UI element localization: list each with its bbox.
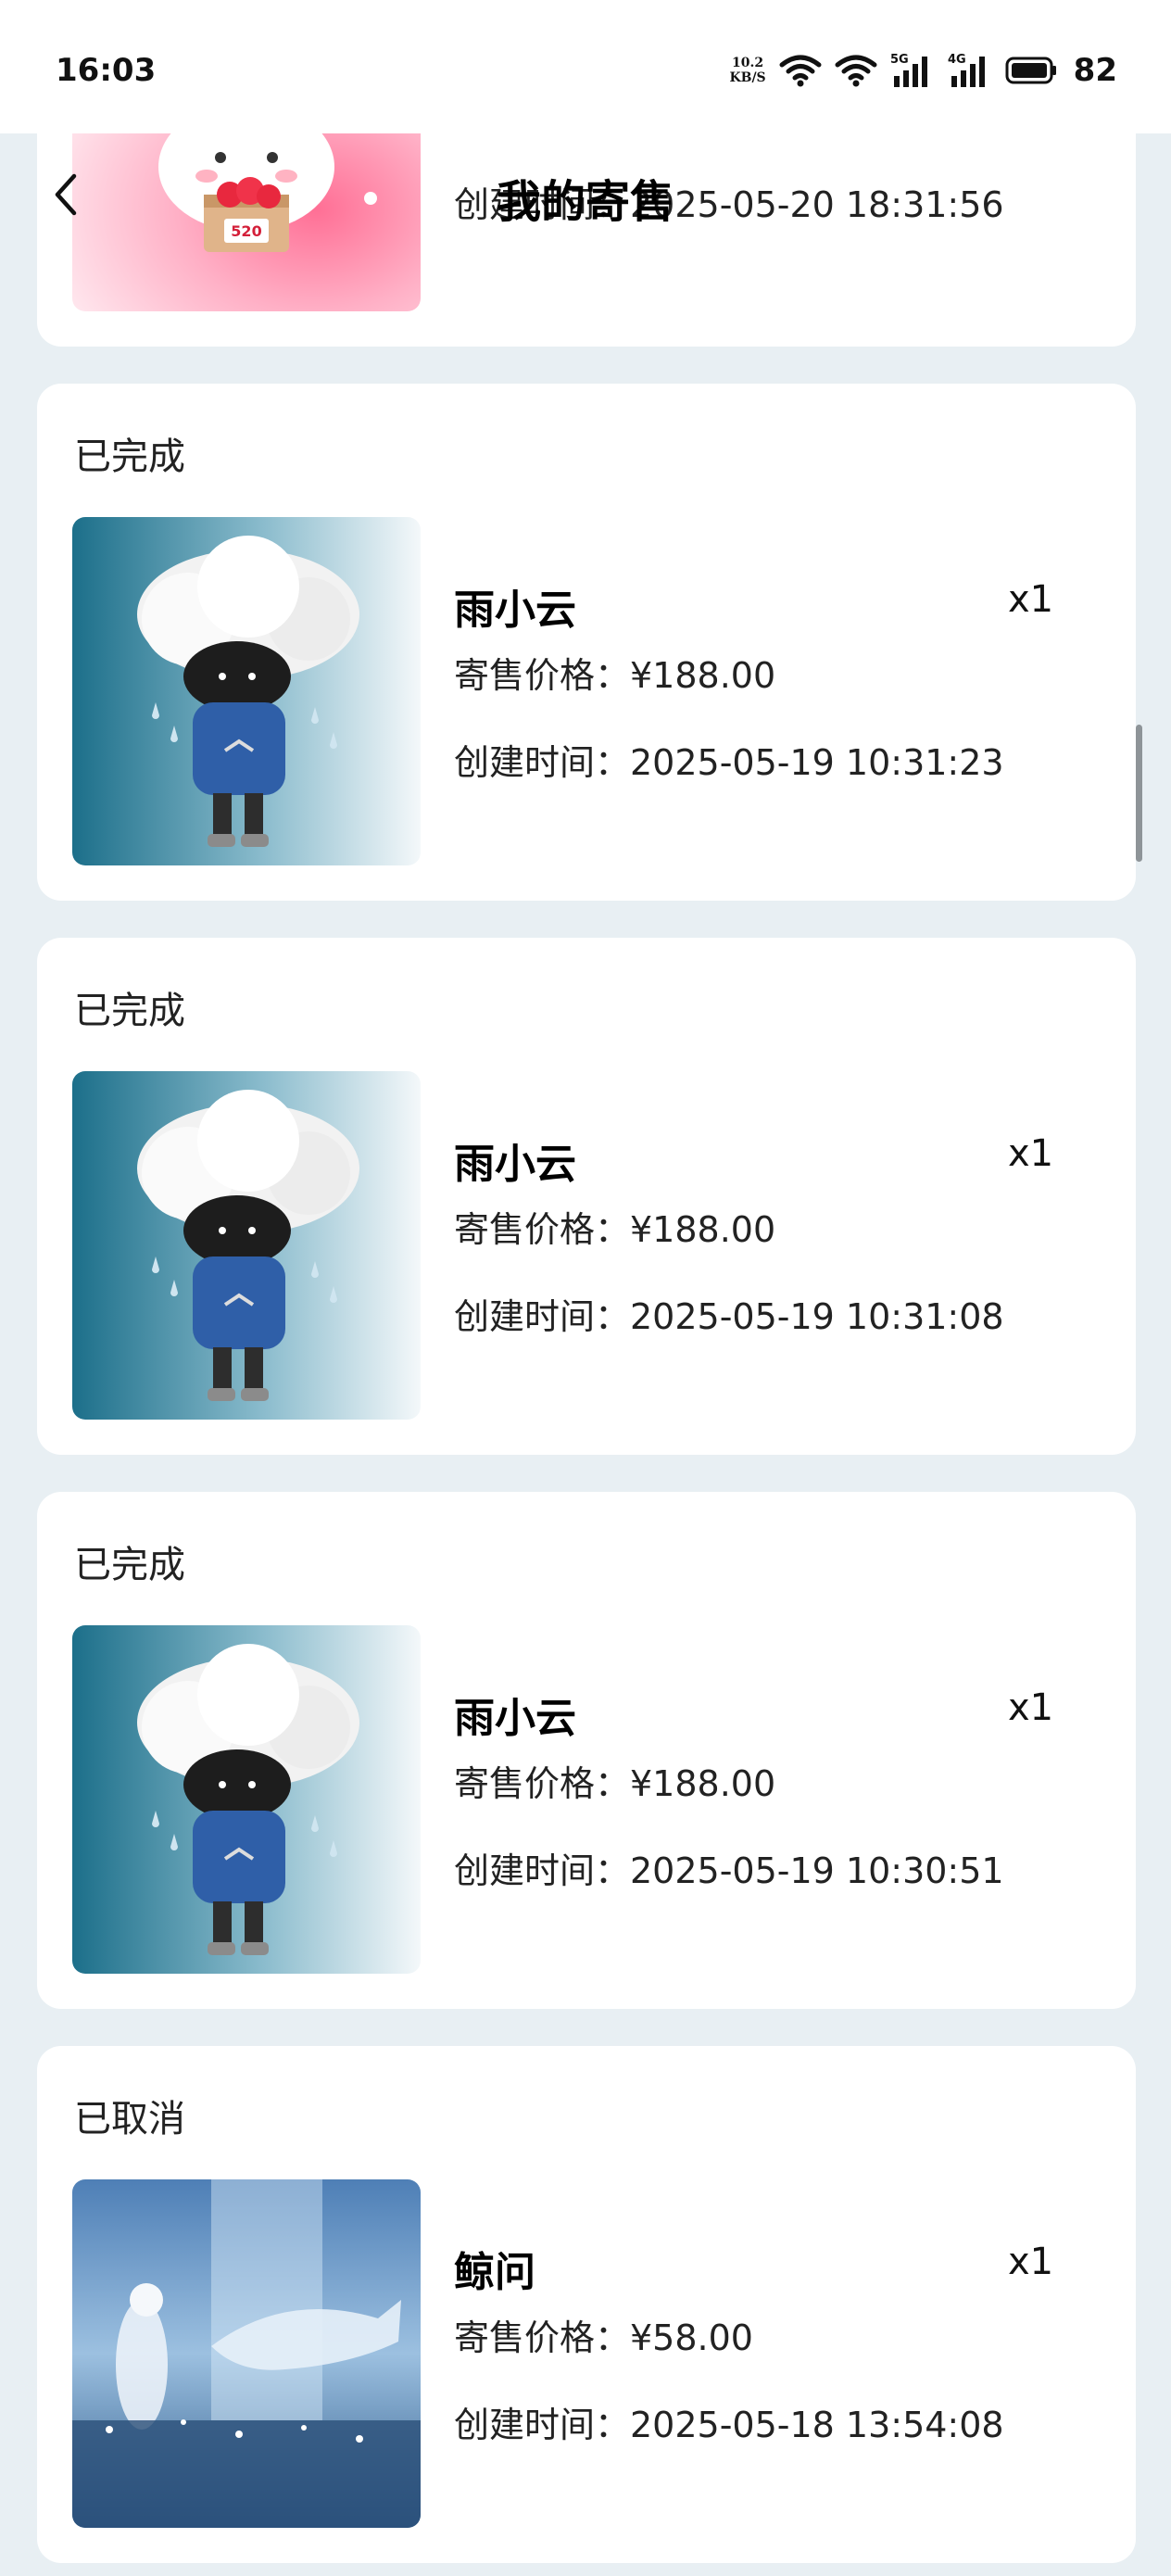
scrollbar[interactable]: [1136, 725, 1142, 862]
consign-price: 寄售价格：¥188.00: [454, 1209, 776, 1250]
order-status: 已完成: [74, 436, 185, 478]
status-time: 16:03: [56, 52, 157, 89]
order-created-time: 创建时间：2025-05-18 13:54:08: [454, 2405, 1004, 2445]
status-icons: 10.2 KB/S 5G 4G 82: [729, 48, 1117, 93]
order-status: 已完成: [74, 1544, 185, 1586]
consign-price: 寄售价格：¥188.00: [454, 1763, 776, 1804]
network-speed: 10.2 KB/S: [729, 56, 765, 85]
chevron-left-icon: [55, 173, 77, 216]
order-created-time: 创建时间：2025-05-19 10:31:08: [454, 1296, 1004, 1337]
product-quantity: x1: [1008, 2241, 1054, 2283]
network-speed-unit: KB/S: [729, 70, 766, 85]
product-image-whale-scene: [72, 2179, 421, 2528]
signal-5g-label: 5G: [890, 53, 909, 67]
status-bar: 16:03 10.2 KB/S 5G 4G 82: [0, 0, 1171, 133]
order-card[interactable]: 已完成 雨小云 x1 寄售价格：¥188.00 创建时间：2025-05-19 …: [37, 1492, 1136, 2009]
product-image-rain-cloud: [72, 517, 421, 865]
product-name: 雨小云: [454, 587, 576, 634]
product-quantity: x1: [1008, 1132, 1054, 1175]
order-created-time: 创建时间：2025-05-19 10:31:23: [454, 742, 1004, 783]
order-created-time: 创建时间：2025-05-20 18:31:56: [454, 184, 1004, 225]
consign-price: 寄售价格：¥58.00: [454, 2317, 753, 2358]
consignment-page: 16:03 10.2 KB/S 5G 4G 82 520 创建时间：2025-0…: [0, 0, 1171, 2576]
order-card[interactable]: 已完成 雨小云 x1 寄售价格：¥188.00 创建时间：2025-05-19 …: [37, 938, 1136, 1455]
signal-4g-label: 4G: [948, 53, 966, 67]
order-card[interactable]: 已取消 鲸问 x1 寄售价格：¥58.00 创建时间：2025-05-18 13…: [37, 2046, 1136, 2563]
wifi-secondary-icon: [835, 54, 877, 87]
svg-text:520: 520: [231, 222, 261, 240]
battery-level: 82: [1073, 52, 1117, 89]
product-name: 鲸问: [454, 2249, 535, 2296]
signal-5g-icon: 5G: [890, 52, 935, 89]
product-quantity: x1: [1008, 1686, 1054, 1729]
product-name: 雨小云: [454, 1695, 576, 1742]
product-quantity: x1: [1008, 578, 1054, 621]
battery-icon: [1005, 56, 1059, 85]
order-card[interactable]: 已完成 雨小云 x1 寄售价格：¥188.00 创建时间：2025-05-19 …: [37, 384, 1136, 901]
order-status: 已完成: [74, 990, 185, 1032]
wifi-icon: [779, 54, 822, 87]
order-status: 已取消: [74, 2098, 185, 2140]
order-created-time: 创建时间：2025-05-19 10:30:51: [454, 1850, 1004, 1891]
network-speed-value: 10.2: [732, 56, 764, 70]
signal-4g-icon: 4G: [948, 52, 992, 89]
back-button[interactable]: [44, 165, 91, 224]
product-image-rain-cloud: [72, 1071, 421, 1420]
product-name: 雨小云: [454, 1141, 576, 1188]
consign-price: 寄售价格：¥188.00: [454, 655, 776, 696]
product-image-rain-cloud: [72, 1625, 421, 1974]
